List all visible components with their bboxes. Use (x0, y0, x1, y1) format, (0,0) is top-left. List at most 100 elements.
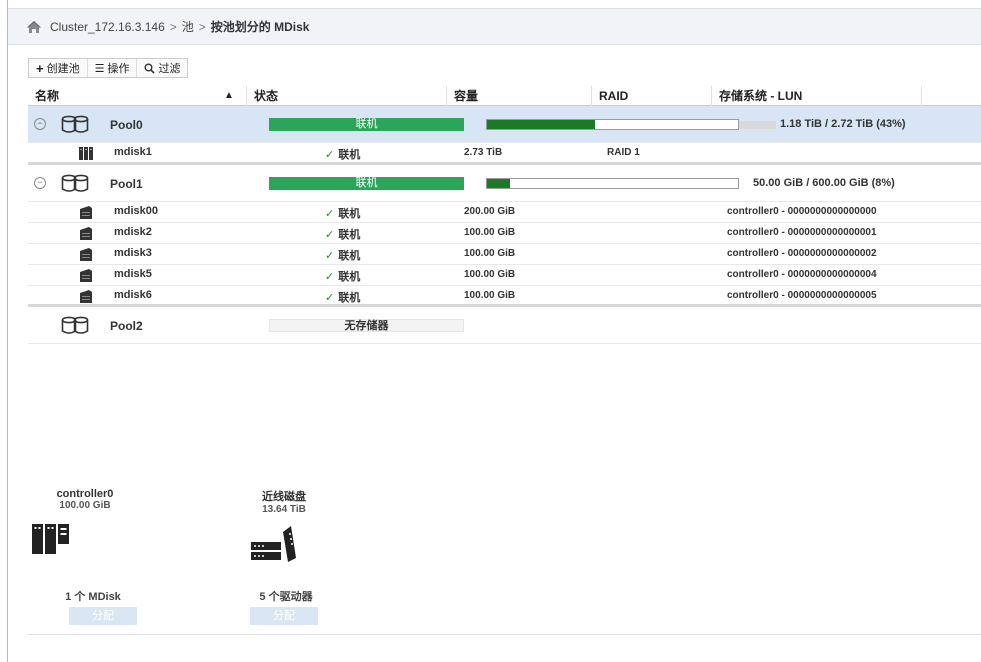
mdisk-status: ✓ 联机 (325, 149, 361, 161)
pool-name: Pool0 (110, 118, 143, 132)
create-pool-label: 创建池 (46, 63, 80, 75)
actions-label: 操作 (107, 63, 130, 75)
column-header-raid[interactable]: RAID (591, 86, 711, 106)
pool-icon (61, 316, 89, 334)
check-icon: ✓ (325, 250, 335, 262)
capacity-text: 50.00 GiB / 600.00 GiB (8%) (753, 177, 895, 189)
pools-table: 名称 ▲ 状态 容量 RAID 存储系统 - LUN − Pool0 联机 1.… (28, 86, 981, 344)
mdisk-name: mdisk1 (114, 146, 152, 158)
toolbar: + 创建池 ☰ 操作 过滤 (28, 58, 189, 78)
mdisk-capacity: 100.00 GiB (464, 248, 516, 259)
status-no-storage-bar: 无存储器 (269, 319, 464, 332)
mdisk-name: mdisk6 (114, 289, 152, 301)
mdisk-status: ✓ 联机 (325, 250, 361, 262)
create-pool-button[interactable]: + 创建池 (29, 59, 88, 77)
mdisk-row[interactable]: mdisk1 ✓ 联机 2.73 TiB RAID 1 (28, 143, 981, 165)
drives-icon (251, 526, 296, 562)
controller-assign-button[interactable]: 分配 (69, 607, 137, 625)
mdisk-name: mdisk5 (114, 268, 152, 280)
capacity-bar-fill (487, 120, 595, 129)
capacity-bar-overflow (739, 121, 776, 129)
mdisk-capacity: 100.00 GiB (464, 269, 516, 280)
mdisk-storage-system: controller0 - 0000000000000005 (727, 290, 877, 301)
disk-icon (80, 290, 92, 303)
storage-controller-icon (32, 524, 69, 554)
mdisk-status: ✓ 联机 (325, 208, 361, 220)
pool-icon (61, 174, 89, 192)
collapse-icon[interactable]: − (34, 118, 46, 130)
controller-mdisk-count: 1 个 MDisk (65, 591, 121, 603)
column-header-storage-system[interactable]: 存储系统 - LUN (711, 86, 921, 106)
controller-size: 100.00 GiB (59, 500, 111, 511)
actions-button[interactable]: ☰ 操作 (88, 59, 138, 77)
mdisk-storage-system: controller0 - 0000000000000002 (727, 248, 877, 259)
mdisk-capacity: 200.00 GiB (464, 206, 516, 217)
capacity-bar (486, 119, 739, 130)
array-icon (79, 147, 93, 160)
pool-name: Pool2 (110, 319, 143, 333)
home-icon[interactable] (26, 20, 42, 34)
mdisk-storage-system: controller0 - 0000000000000001 (727, 227, 877, 238)
check-icon: ✓ (325, 271, 335, 283)
filter-label: 过滤 (158, 63, 181, 75)
collapse-icon[interactable]: − (34, 177, 46, 189)
status-online-bar: 联机 (269, 118, 464, 131)
plus-icon: + (36, 60, 44, 76)
search-icon (144, 63, 156, 74)
list-icon: ☰ (94, 62, 105, 75)
nearline-assign-button[interactable]: 分配 (250, 607, 318, 625)
column-header-capacity[interactable]: 容量 (446, 86, 591, 106)
mdisk-row[interactable]: mdisk6 ✓ 联机 100.00 GiB controller0 - 0000… (28, 286, 981, 307)
breadcrumb-cluster[interactable]: Cluster_172.16.3.146 (50, 20, 165, 34)
filter-button[interactable]: 过滤 (137, 59, 187, 77)
check-icon: ✓ (325, 292, 335, 304)
mdisk-storage-system: controller0 - 0000000000000000 (727, 206, 877, 217)
mdisk-name: mdisk2 (114, 226, 152, 238)
table-header: 名称 ▲ 状态 容量 RAID 存储系统 - LUN (28, 86, 981, 106)
disk-icon (80, 269, 92, 282)
check-icon: ✓ (325, 229, 335, 241)
capacity-text: 1.18 TiB / 2.72 TiB (43%) (780, 118, 906, 130)
breadcrumb-pools[interactable]: 池 (182, 18, 194, 35)
pool-details-panel: controller0 100.00 GiB 1 个 MDisk 分配 近线磁盘… (28, 354, 981, 635)
mdisk-capacity: 100.00 GiB (464, 290, 516, 301)
nearline-name: 近线磁盘 (262, 491, 306, 503)
mdisk-storage-system: controller0 - 0000000000000004 (727, 269, 877, 280)
breadcrumb-separator: > (198, 19, 206, 34)
mdisk-raid: RAID 1 (607, 147, 640, 158)
window-left-border (7, 0, 8, 662)
breadcrumb-current: 按池划分的 MDisk (210, 20, 310, 34)
mdisk-capacity: 100.00 GiB (464, 227, 516, 238)
mdisk-row[interactable]: mdisk00 ✓ 联机 200.00 GiB controller0 - 000… (28, 202, 981, 223)
nearline-card: 近线磁盘 13.64 TiB (239, 488, 329, 515)
check-icon: ✓ (325, 208, 335, 220)
controller-card: controller0 100.00 GiB (40, 488, 130, 511)
mdisk-row[interactable]: mdisk3 ✓ 联机 100.00 GiB controller0 - 0000… (28, 244, 981, 265)
disk-icon (80, 227, 92, 240)
pool-row-pool0[interactable]: − Pool0 联机 1.18 TiB / 2.72 TiB (43%) (28, 106, 981, 143)
disk-icon (80, 206, 92, 219)
column-header-empty (921, 86, 981, 106)
nearline-size: 13.64 TiB (262, 504, 306, 515)
column-header-status[interactable]: 状态 (246, 86, 446, 106)
mdisk-name: mdisk00 (114, 205, 159, 217)
capacity-bar-fill (487, 179, 510, 188)
mdisk-name: mdisk3 (114, 247, 152, 259)
breadcrumb-separator: > (169, 19, 177, 34)
mdisk-capacity: 2.73 TiB (464, 147, 503, 158)
mdisk-status: ✓ 联机 (325, 229, 361, 241)
disk-icon (80, 248, 92, 261)
pool-icon (61, 115, 89, 133)
mdisk-row[interactable]: mdisk5 ✓ 联机 100.00 GiB controller0 - 0000… (28, 265, 981, 286)
pool-row-pool2[interactable]: Pool2 无存储器 (28, 307, 981, 344)
mdisk-status: ✓ 联机 (325, 292, 361, 304)
mdisk-row[interactable]: mdisk2 ✓ 联机 100.00 GiB controller0 - 0000… (28, 223, 981, 244)
capacity-bar (486, 178, 739, 189)
check-icon: ✓ (325, 149, 335, 161)
pool-name: Pool1 (110, 177, 143, 191)
breadcrumb: Cluster_172.16.3.146 > 池 > 按池划分的 MDisk (8, 8, 981, 45)
controller-name: controller0 (56, 488, 114, 500)
column-header-name[interactable]: 名称 ▲ (28, 86, 246, 106)
pool-row-pool1[interactable]: − Pool1 联机 50.00 GiB / 600.00 GiB (8%) (28, 165, 981, 202)
nearline-drive-count: 5 个驱动器 (259, 591, 313, 603)
